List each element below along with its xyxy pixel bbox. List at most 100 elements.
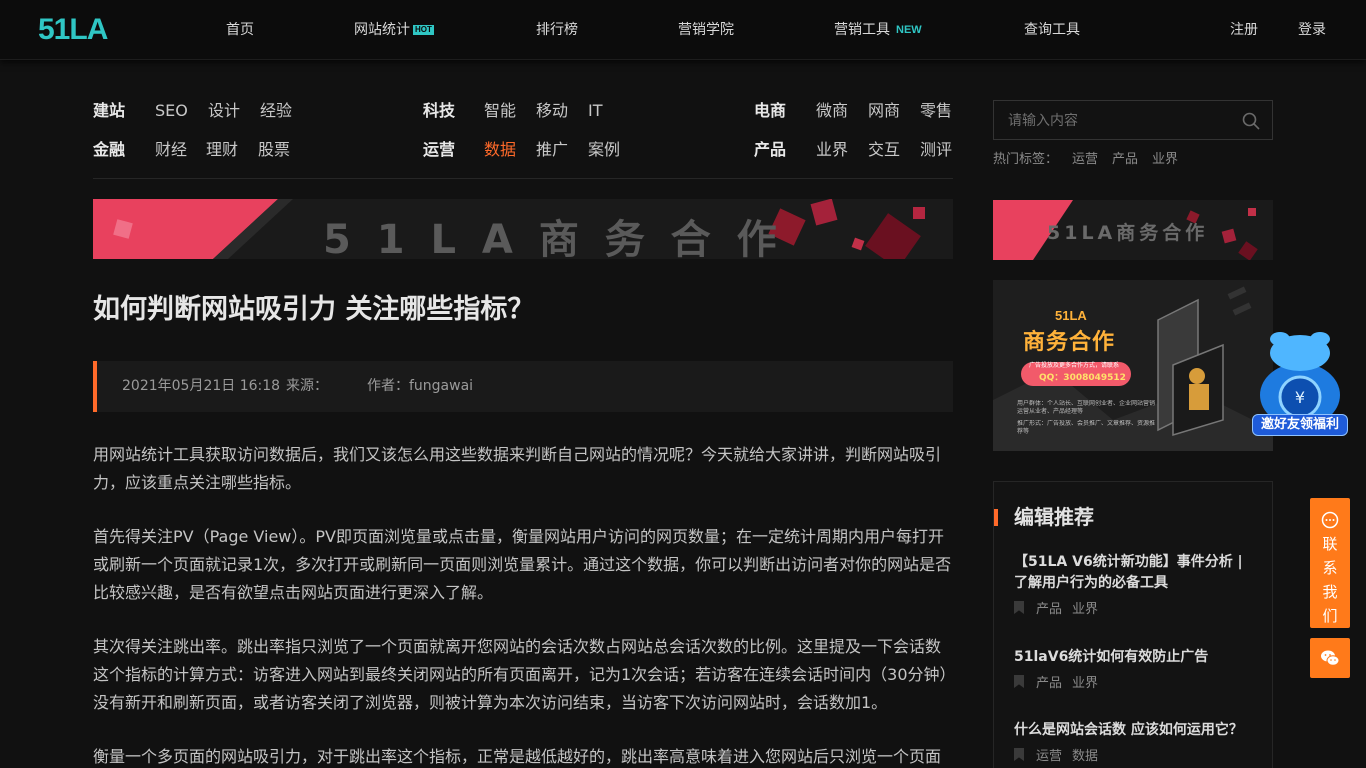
recommend-item[interactable]: 51laV6统计如何有效防止广告 产品 业界 xyxy=(1014,647,1254,693)
category-review[interactable]: 测评 xyxy=(920,139,952,161)
recommend-tag[interactable]: 产品 xyxy=(1036,602,1062,617)
recommend-item[interactable]: 【51LA V6统计新功能】事件分析 | 了解用户行为的必备工具 产品 业界 xyxy=(1014,552,1254,619)
nav-ranking[interactable]: 排行榜 xyxy=(536,20,578,40)
recommend-item-title[interactable]: 51laV6统计如何有效防止广告 xyxy=(1014,647,1254,668)
promo-resources: 推广形式：广告投放、会员推广、文章推荐、资源推荐等 xyxy=(1017,420,1155,435)
category-micro-business[interactable]: 微商 xyxy=(816,100,848,122)
side-ad-banner[interactable]: 51LA商务合作 xyxy=(993,200,1273,260)
category-stocks[interactable]: 股票 xyxy=(258,139,290,161)
recommend-item[interactable]: 什么是网站会话数 应该如何运用它？ 运营 数据 xyxy=(1014,720,1254,766)
article-paragraph: 用网站统计工具获取访问数据后，我们又该怎么用这些数据来判断自己网站的情况呢？今天… xyxy=(93,445,942,492)
category-head-product[interactable]: 产品 xyxy=(754,139,786,161)
login-link[interactable]: 登录 xyxy=(1298,20,1326,40)
invite-friends-button[interactable]: 邀好友领福利 xyxy=(1252,414,1348,436)
nav-ranking-label: 排行榜 xyxy=(536,22,578,38)
recommend-item-tags: 产品 业界 xyxy=(1014,601,1254,619)
recommend-title: 编辑推荐 xyxy=(1014,505,1094,529)
nav-query-tools[interactable]: 查询工具 xyxy=(1024,20,1080,40)
main-ad-banner[interactable]: 5 1 L A 商 务 合 作 xyxy=(93,199,953,259)
category-head-ecommerce[interactable]: 电商 xyxy=(754,100,786,122)
hot-tag-industry[interactable]: 业界 xyxy=(1152,152,1178,167)
recommend-item-title[interactable]: 【51LA V6统计新功能】事件分析 | 了解用户行为的必备工具 xyxy=(1014,552,1254,594)
category-head-build[interactable]: 建站 xyxy=(93,100,125,122)
category-it[interactable]: IT xyxy=(588,100,603,122)
nav-marketing-academy-label: 营销学院 xyxy=(678,22,734,38)
contact-us-text: 联系我们 xyxy=(1322,535,1338,625)
editor-recommend: 编辑推荐 【51LA V6统计新功能】事件分析 | 了解用户行为的必备工具 产品… xyxy=(993,481,1273,768)
promo-qq: QQ：3008049512 xyxy=(1039,373,1126,383)
article-paragraph: 其次得关注跳出率。跳出率指只浏览了一个页面就离开您网站的会话次数占网站总会话次数… xyxy=(93,637,948,712)
nav-web-stats[interactable]: 网站统计 HOT xyxy=(354,20,434,40)
article-title: 如何判断网站吸引力 关注哪些指标？ xyxy=(93,294,535,325)
category-head-finance[interactable]: 金融 xyxy=(93,139,125,161)
recommend-item-title[interactable]: 什么是网站会话数 应该如何运用它？ xyxy=(1014,720,1254,741)
recommend-tag[interactable]: 运营 xyxy=(1036,749,1062,764)
article-paragraph: 衡量一个多页面的网站吸引力，对于跳出率这个指标，正常是越低越好的，跳出率高意味着… xyxy=(93,747,942,766)
article-source: 来源： xyxy=(286,378,328,394)
contact-us-label: 联系我们 xyxy=(1310,532,1350,628)
recommend-tag[interactable]: 业界 xyxy=(1072,602,1098,617)
category-mobile[interactable]: 移动 xyxy=(536,100,568,122)
hot-tag-product[interactable]: 产品 xyxy=(1112,152,1138,167)
bookmark-icon xyxy=(1014,601,1024,614)
recommend-tag[interactable]: 业界 xyxy=(1072,676,1098,691)
nav-home[interactable]: 首页 xyxy=(226,20,254,40)
search-icon[interactable] xyxy=(1242,112,1260,130)
site-logo[interactable]: 51LA xyxy=(38,15,108,45)
recommend-accent-bar xyxy=(994,509,998,526)
article-author: 作者：fungawai xyxy=(367,378,474,394)
category-divider xyxy=(93,178,953,179)
contact-us-button[interactable]: 联系我们 xyxy=(1310,498,1350,628)
nav-marketing-academy[interactable]: 营销学院 xyxy=(678,20,734,40)
hot-tags-label: 热门标签： xyxy=(993,152,1059,167)
category-cases[interactable]: 案例 xyxy=(588,139,620,161)
category-design[interactable]: 设计 xyxy=(208,100,240,122)
article-paragraph: 首先得关注PV（Page View）。PV即页面浏览量或点击量，衡量网站用户访问… xyxy=(93,527,952,602)
category-wealth[interactable]: 理财 xyxy=(206,139,238,161)
category-head-operations[interactable]: 运营 xyxy=(423,139,455,161)
category-seo[interactable]: SEO xyxy=(155,100,188,122)
side-banner-text: 51LA商务合作 xyxy=(1047,222,1209,244)
category-interaction[interactable]: 交互 xyxy=(868,139,900,161)
hot-tags: 热门标签： 运营 产品 业界 xyxy=(993,151,1178,169)
article-date: 2021年05月21日 16:18 xyxy=(122,378,281,394)
new-badge: NEW xyxy=(896,24,922,36)
category-retail[interactable]: 零售 xyxy=(920,100,952,122)
category-head-tech[interactable]: 科技 xyxy=(423,100,455,122)
nav-marketing-tools[interactable]: 营销工具 NEW xyxy=(834,20,922,40)
search-input[interactable] xyxy=(1008,110,1228,132)
nav-web-stats-label: 网站统计 xyxy=(354,22,410,38)
article-meta: 2021年05月21日 16:18 来源： 作者：fungawai xyxy=(93,361,953,412)
recommend-tag[interactable]: 数据 xyxy=(1072,749,1098,764)
nav-query-tools-label: 查询工具 xyxy=(1024,22,1080,38)
chat-bubble-icon xyxy=(1321,511,1339,529)
recommend-tag[interactable]: 产品 xyxy=(1036,676,1062,691)
svg-text:¥: ¥ xyxy=(1295,388,1305,407)
category-experience[interactable]: 经验 xyxy=(260,100,292,122)
recommend-item-tags: 运营 数据 xyxy=(1014,748,1254,766)
nav-home-label: 首页 xyxy=(226,22,254,38)
category-promotion[interactable]: 推广 xyxy=(536,139,568,161)
business-promo-ad[interactable]: 51LA 商务合作 广告投放及更多合作方式，请联系 QQ：3008049512 … xyxy=(993,280,1273,451)
category-economy[interactable]: 财经 xyxy=(155,139,187,161)
promo-line: 广告投放及更多合作方式，请联系 xyxy=(1029,362,1120,369)
wechat-icon xyxy=(1321,650,1340,666)
nav-marketing-tools-label: 营销工具 xyxy=(834,22,890,38)
wechat-button[interactable] xyxy=(1310,638,1350,678)
category-ai[interactable]: 智能 xyxy=(484,100,516,122)
promo-title: 商务合作 xyxy=(1023,330,1116,355)
recommend-item-tags: 产品 业界 xyxy=(1014,675,1254,693)
promo-audience: 用户群体：个人站长、互联网创业者、企业网站营销运营从业者、产品经理等 xyxy=(1017,400,1155,415)
main-banner-text: 5 1 L A 商 务 合 作 xyxy=(323,217,783,259)
top-navigation: 51LA 首页 网站统计 HOT 排行榜 营销学院 营销工具 NEW 查询工具 注册… xyxy=(0,0,1366,60)
bookmark-icon xyxy=(1014,748,1024,761)
category-industry[interactable]: 业界 xyxy=(816,139,848,161)
bookmark-icon xyxy=(1014,675,1024,688)
hot-tag-operations[interactable]: 运营 xyxy=(1072,152,1098,167)
category-online-business[interactable]: 网商 xyxy=(868,100,900,122)
promo-brand: 51LA xyxy=(1055,308,1087,323)
category-data[interactable]: 数据 xyxy=(484,139,516,161)
search-box xyxy=(993,100,1273,140)
register-link[interactable]: 注册 xyxy=(1230,20,1258,40)
hot-badge: HOT xyxy=(413,25,434,35)
